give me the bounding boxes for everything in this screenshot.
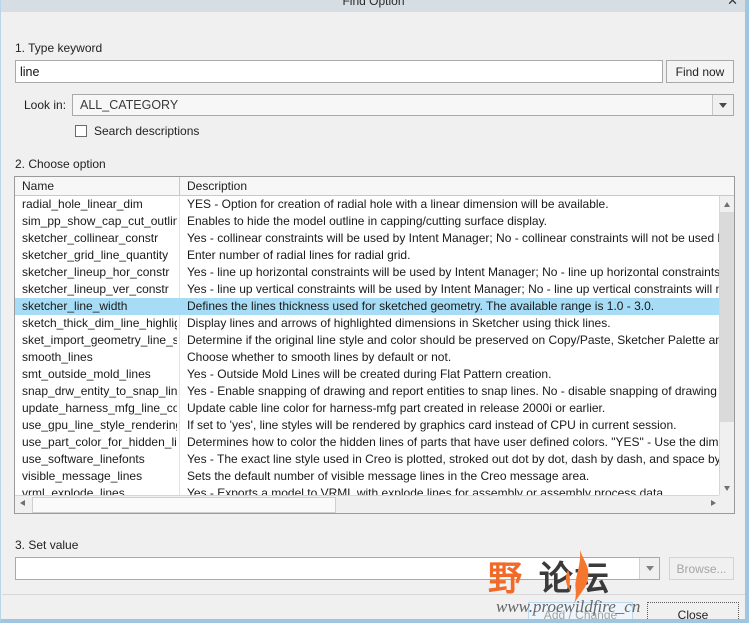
look-in-label: Look in: <box>24 98 67 112</box>
cell-option-name: sim_pp_show_cap_cut_outline <box>22 214 177 228</box>
cell-option-description: Determines how to color the hidden lines… <box>187 435 721 449</box>
table-row[interactable]: use_gpu_line_style_rendering If set to 'y… <box>15 417 721 434</box>
table-row[interactable]: sketcher_line_width Defines the lines thi… <box>15 298 721 315</box>
cell-option-name: use_gpu_line_style_rendering <box>22 418 177 432</box>
table-row[interactable]: sketch_thick_dim_line_highlight Display l… <box>15 315 721 332</box>
scroll-down-arrow-icon[interactable] <box>720 480 734 496</box>
cell-option-description: Yes - line up vertical constraints will … <box>187 282 721 296</box>
look-in-dropdown[interactable]: ALL_CATEGORY <box>72 94 734 116</box>
add-change-label: dd / Change <box>551 607 618 622</box>
search-descriptions-checkbox[interactable] <box>75 125 87 137</box>
browse-button: Browse... <box>669 557 734 580</box>
keyword-input[interactable] <box>15 60 663 83</box>
cell-option-description: Defines the lines thickness used for ske… <box>187 299 655 313</box>
cell-option-name: sketch_thick_dim_line_highlight <box>22 316 177 330</box>
table-row[interactable]: use_software_linefonts Yes - The exact li… <box>15 451 721 468</box>
cell-option-description: Yes - line up horizontal constraints wil… <box>187 265 721 279</box>
cell-option-description: Yes - Outside Mold Lines will be created… <box>187 367 552 381</box>
scrollbar-corner <box>719 495 734 513</box>
cell-option-name: sket_import_geometry_line_style <box>22 333 177 347</box>
set-value-dropdown[interactable] <box>15 557 660 580</box>
table-row[interactable]: smooth_lines Choose whether to smooth lin… <box>15 349 721 366</box>
cell-option-name: smt_outside_mold_lines <box>22 367 151 381</box>
dialog-body: 1. Type keyword Find now Look in: ALL_CA… <box>2 12 745 619</box>
cell-option-name: radial_hole_linear_dim <box>22 197 143 211</box>
cell-option-name: use_software_linefonts <box>22 452 145 466</box>
add-change-accel: A <box>543 607 552 622</box>
cell-option-name: sketcher_grid_line_quantity <box>22 248 169 262</box>
grid-header: Name Description <box>15 177 734 196</box>
table-row[interactable]: snap_drw_entity_to_snap_lines Yes - Enabl… <box>15 383 721 400</box>
look-in-value: ALL_CATEGORY <box>80 98 179 112</box>
cell-option-name: smooth_lines <box>22 350 93 364</box>
grid-rows: radial_hole_linear_dim YES - Option for c… <box>15 196 721 496</box>
search-descriptions-label: Search descriptions <box>94 124 200 138</box>
cell-option-name: sketcher_lineup_ver_constr <box>22 282 169 296</box>
table-row[interactable]: sim_pp_show_cap_cut_outline Enables to hi… <box>15 213 721 230</box>
chevron-down-icon[interactable] <box>639 558 659 579</box>
column-header-description[interactable]: Description <box>187 179 247 193</box>
grid-horizontal-scrollbar[interactable] <box>15 495 721 513</box>
find-now-button[interactable]: Find now <box>666 60 734 83</box>
horizontal-scroll-thumb[interactable] <box>32 497 336 513</box>
table-row[interactable]: visible_message_lines Sets the default nu… <box>15 468 721 485</box>
scroll-left-arrow-icon[interactable] <box>15 497 31 513</box>
table-row[interactable]: update_harness_mfg_line_color Update cabl… <box>15 400 721 417</box>
table-row[interactable]: use_part_color_for_hidden_line Determines… <box>15 434 721 451</box>
cell-option-description: If set to 'yes', line styles will be ren… <box>187 418 677 432</box>
cell-option-name: sketcher_line_width <box>22 299 128 313</box>
cell-option-name: use_part_color_for_hidden_line <box>22 435 177 449</box>
table-row[interactable]: sketcher_lineup_ver_constr Yes - line up … <box>15 281 721 298</box>
cell-option-description: Choose whether to smooth lines by defaul… <box>187 350 452 364</box>
search-descriptions-checkbox-row[interactable]: Search descriptions <box>75 123 199 139</box>
step-1-label: 1. Type keyword <box>15 41 103 55</box>
options-grid: Name Description radial_hole_linear_dim Y… <box>14 176 735 514</box>
close-button[interactable]: Close <box>647 602 739 619</box>
cell-option-name: visible_message_lines <box>22 469 143 483</box>
dialog-title: Find Option <box>342 0 405 8</box>
cell-option-description: Determine if the original line style and… <box>187 333 721 347</box>
cell-option-description: Sets the default number of visible messa… <box>187 469 590 483</box>
cell-option-name: sketcher_collinear_constr <box>22 231 159 245</box>
cell-option-description: YES - Option for creation of radial hole… <box>187 197 609 211</box>
table-row[interactable]: sketcher_collinear_constr Yes - collinear… <box>15 230 721 247</box>
vertical-scroll-thumb[interactable] <box>720 212 734 422</box>
find-option-dialog: Find Option ✕ 1. Type keyword Find now L… <box>0 0 749 623</box>
close-window-icon[interactable]: ✕ <box>727 0 738 8</box>
step-3-label: 3. Set value <box>15 538 79 552</box>
grid-vertical-scrollbar[interactable] <box>719 196 734 496</box>
cell-option-name: update_harness_mfg_line_color <box>22 401 177 415</box>
cell-option-description: Yes - The exact line style used in Creo … <box>187 452 721 466</box>
table-row[interactable]: smt_outside_mold_lines Yes - Outside Mold… <box>15 366 721 383</box>
table-row[interactable]: sket_import_geometry_line_style Determine… <box>15 332 721 349</box>
cell-option-description: Yes - collinear constraints will be used… <box>187 231 721 245</box>
cell-option-description: Enables to hide the model outline in cap… <box>187 214 548 228</box>
cell-option-name: sketcher_lineup_hor_constr <box>22 265 170 279</box>
cell-option-description: Update cable line color for harness-mfg … <box>187 401 606 415</box>
table-row[interactable]: sketcher_lineup_hor_constr Yes - line up … <box>15 264 721 281</box>
scroll-up-arrow-icon[interactable] <box>720 196 734 212</box>
title-bar: Find Option ✕ <box>1 0 745 12</box>
cell-option-name: snap_drw_entity_to_snap_lines <box>22 384 177 398</box>
footer-bar <box>2 595 745 619</box>
table-row[interactable]: sketcher_grid_line_quantity Enter number … <box>15 247 721 264</box>
add-change-button: Add / Change <box>528 602 633 622</box>
table-row[interactable]: radial_hole_linear_dim YES - Option for c… <box>15 196 721 213</box>
cell-option-description: Yes - Enable snapping of drawing and rep… <box>187 384 721 398</box>
column-header-divider[interactable] <box>179 177 180 196</box>
step-2-label: 2. Choose option <box>15 157 106 171</box>
cell-option-description: Display lines and arrows of highlighted … <box>187 316 611 330</box>
chevron-down-icon[interactable] <box>712 95 733 115</box>
column-header-name[interactable]: Name <box>22 179 54 193</box>
cell-option-description: Enter number of radial lines for radial … <box>187 248 411 262</box>
